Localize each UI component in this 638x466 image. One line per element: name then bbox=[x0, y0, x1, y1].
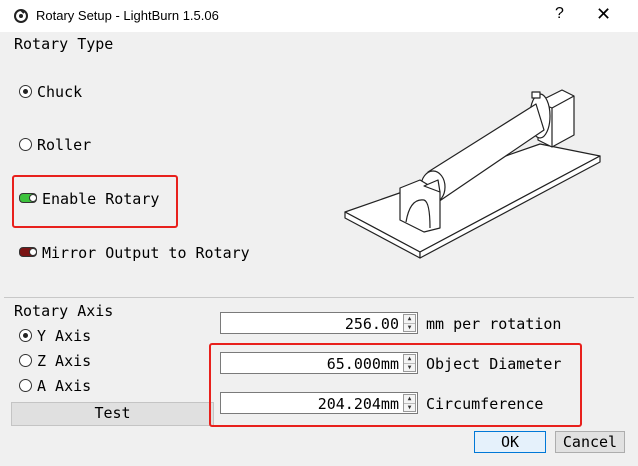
radio-checked-icon bbox=[19, 329, 32, 342]
radio-z-axis-label: Z Axis bbox=[37, 352, 92, 370]
mirror-output-toggle[interactable]: Mirror Output to Rotary bbox=[19, 244, 250, 262]
radio-unchecked-icon bbox=[19, 379, 32, 392]
highlight-box-diameter bbox=[209, 343, 582, 427]
radio-chuck-label: Chuck bbox=[37, 83, 83, 101]
title-bar: Rotary Setup - LightBurn 1.5.06 ? ✕ bbox=[0, 0, 638, 32]
radio-y-axis-label: Y Axis bbox=[37, 327, 92, 345]
spin-up-icon[interactable]: ▲ bbox=[404, 315, 415, 324]
close-button[interactable]: ✕ bbox=[596, 4, 611, 25]
radio-checked-icon bbox=[19, 85, 32, 98]
spin-down-icon[interactable]: ▼ bbox=[404, 324, 415, 332]
mm-per-rotation-label: mm per rotation bbox=[426, 315, 562, 333]
mirror-output-label: Mirror Output to Rotary bbox=[42, 244, 250, 262]
highlight-box-enable-rotary bbox=[12, 175, 178, 228]
mm-per-rotation-value: 256.00 bbox=[344, 315, 399, 333]
help-button[interactable]: ? bbox=[555, 5, 564, 23]
radio-z-axis[interactable]: Z Axis bbox=[19, 352, 91, 370]
ok-button[interactable]: OK bbox=[474, 431, 546, 453]
rotary-type-label: Rotary Type bbox=[14, 35, 114, 53]
window-title: Rotary Setup - LightBurn 1.5.06 bbox=[36, 8, 219, 23]
rotary-axis-label: Rotary Axis bbox=[14, 302, 114, 320]
mm-per-rotation-input[interactable]: 256.00 ▲ ▼ bbox=[220, 312, 418, 334]
radio-chuck[interactable]: Chuck bbox=[19, 83, 82, 101]
radio-roller[interactable]: Roller bbox=[19, 136, 91, 154]
section-divider bbox=[4, 297, 634, 298]
test-button[interactable]: Test bbox=[11, 402, 214, 426]
radio-roller-label: Roller bbox=[37, 136, 92, 154]
chuck-rotary-icon bbox=[344, 89, 601, 259]
lightburn-app-icon bbox=[14, 9, 28, 23]
radio-a-axis[interactable]: A Axis bbox=[19, 377, 91, 395]
spin-arrows[interactable]: ▲ ▼ bbox=[403, 314, 416, 332]
radio-y-axis[interactable]: Y Axis bbox=[19, 327, 91, 345]
radio-unchecked-icon bbox=[19, 354, 32, 367]
cancel-button[interactable]: Cancel bbox=[555, 431, 625, 453]
radio-unchecked-icon bbox=[19, 138, 32, 151]
radio-a-axis-label: A Axis bbox=[37, 377, 92, 395]
toggle-off-icon bbox=[19, 247, 37, 257]
